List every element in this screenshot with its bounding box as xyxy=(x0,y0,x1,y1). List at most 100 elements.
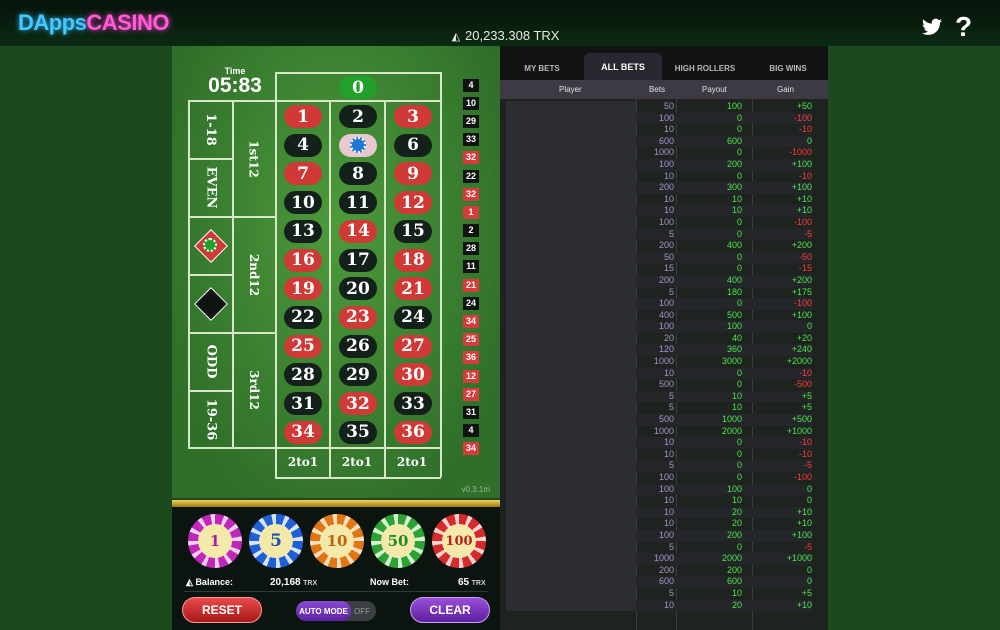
number-10[interactable]: 10 xyxy=(284,191,322,215)
chip-10-button[interactable]: 10 xyxy=(310,514,364,568)
payout-cell: 100 xyxy=(676,321,752,333)
number-17[interactable]: 17 xyxy=(339,248,377,272)
balance-unit: TRX xyxy=(303,580,318,587)
number-18[interactable]: 18 xyxy=(394,248,432,272)
number-0[interactable]: 0 xyxy=(339,76,377,99)
dapps-casino-logo[interactable]: DAppsCASINO xyxy=(18,10,169,36)
number-13[interactable]: 13 xyxy=(284,219,322,243)
history-item: 21 xyxy=(460,276,482,294)
tab-my-bets[interactable]: MY BETS xyxy=(506,56,578,80)
gain-cell: +10 xyxy=(752,205,812,217)
table-row: 5 0 -5 xyxy=(506,460,822,472)
bets-cell: 600 xyxy=(636,135,676,148)
black-diamond-icon xyxy=(193,286,228,321)
number-22[interactable]: 22 xyxy=(284,305,322,329)
bet-odd[interactable]: ODD xyxy=(189,333,232,390)
chip-100-button[interactable]: 100 xyxy=(432,514,486,568)
number-7[interactable]: 7 xyxy=(284,162,322,186)
bets-cell: 15 xyxy=(663,263,674,274)
number-27[interactable]: 27 xyxy=(394,334,432,358)
number-28[interactable]: 28 xyxy=(284,363,322,387)
number-15[interactable]: 15 xyxy=(394,219,432,243)
number-21[interactable]: 21 xyxy=(394,277,432,301)
reset-button[interactable]: RESET xyxy=(182,597,262,623)
bet-red[interactable] xyxy=(189,217,232,274)
number-5[interactable] xyxy=(339,133,377,157)
number-4[interactable]: 4 xyxy=(284,133,322,157)
bet-black[interactable] xyxy=(189,275,232,332)
bet-3rd-dozen[interactable]: 3rd12 xyxy=(233,333,275,447)
number-20[interactable]: 20 xyxy=(339,277,377,301)
player-cell xyxy=(506,506,636,519)
bet-even[interactable]: EVEN xyxy=(189,159,232,216)
player-cell xyxy=(506,228,636,241)
gain-cell: +5 xyxy=(752,390,812,403)
number-9[interactable]: 9 xyxy=(394,162,432,186)
history-item: 28 xyxy=(460,240,482,258)
number-35[interactable]: 35 xyxy=(339,420,377,444)
bet-1st-dozen[interactable]: 1st12 xyxy=(233,101,275,216)
number-8[interactable]: 8 xyxy=(339,162,377,186)
bets-cell: 100 xyxy=(658,472,674,482)
bet-column-1[interactable]: 2to1 xyxy=(276,450,330,474)
number-30[interactable]: 30 xyxy=(394,363,432,387)
table-row: 5 0 -5 xyxy=(506,228,822,241)
history-item: 32 xyxy=(460,185,482,203)
twitter-icon[interactable] xyxy=(922,18,942,38)
table-row: 5 10 +5 xyxy=(506,390,822,403)
player-cell xyxy=(506,182,636,194)
number-1[interactable]: 1 xyxy=(284,105,322,128)
bet-2nd-dozen[interactable]: 2nd12 xyxy=(233,217,275,332)
bets-cell: 120 xyxy=(636,344,676,357)
table-row: 10 0 -10 xyxy=(506,448,822,461)
chip-5-button[interactable]: 5 xyxy=(249,514,303,568)
number-26[interactable]: 26 xyxy=(339,334,377,358)
bet-column-2[interactable]: 2to1 xyxy=(330,450,384,474)
number-23[interactable]: 23 xyxy=(339,305,377,329)
number-33[interactable]: 33 xyxy=(394,392,432,415)
table-row: 1000 3000 +2000 xyxy=(506,356,822,368)
chip-1-button[interactable]: 1 xyxy=(188,514,242,568)
bets-cell: 5 xyxy=(668,587,674,598)
player-cell xyxy=(506,587,636,600)
number-14[interactable]: 14 xyxy=(339,219,377,243)
number-12[interactable]: 12 xyxy=(394,191,432,215)
clear-button[interactable]: CLEAR xyxy=(410,597,490,623)
col-payout: Payout xyxy=(702,85,727,94)
bets-cell: 1000 xyxy=(653,147,674,158)
chip-50-button[interactable]: 50 xyxy=(371,514,425,568)
number-24[interactable]: 24 xyxy=(394,305,432,329)
history-item: 33 xyxy=(460,131,482,149)
history-item: 34 xyxy=(460,440,482,458)
payout-cell: 0 xyxy=(736,472,742,482)
number-25[interactable]: 25 xyxy=(284,334,322,358)
number-11[interactable]: 11 xyxy=(339,191,377,215)
chip-50-label: 50 xyxy=(381,524,415,558)
number-36[interactable]: 36 xyxy=(394,420,432,444)
number-6[interactable]: 6 xyxy=(394,133,432,157)
payout-cell: 200 xyxy=(676,529,752,542)
tab-high-rollers[interactable]: HIGH ROLLERS xyxy=(666,56,744,80)
tab-big-wins[interactable]: BIG WINS xyxy=(750,56,826,80)
bets-cell: 600 xyxy=(636,576,676,588)
number-31[interactable]: 31 xyxy=(284,392,322,415)
auto-mode-toggle[interactable]: AUTO MODE OFF xyxy=(296,601,376,621)
payout-cell: 400 xyxy=(726,240,742,251)
bet-1-18[interactable]: 1-18 xyxy=(189,101,232,158)
bet-column-3[interactable]: 2to1 xyxy=(385,450,439,474)
placed-chip-icon xyxy=(350,137,366,154)
player-cell xyxy=(506,414,636,426)
gain-cell: +1000 xyxy=(786,425,812,436)
number-16[interactable]: 16 xyxy=(284,248,322,272)
payout-cell: 0 xyxy=(736,147,742,158)
number-3[interactable]: 3 xyxy=(394,105,432,128)
number-2[interactable]: 2 xyxy=(339,105,377,128)
auto-mode-state: OFF xyxy=(354,606,370,616)
help-icon[interactable]: ? xyxy=(955,12,972,42)
number-29[interactable]: 29 xyxy=(339,363,377,387)
bet-19-36[interactable]: 19-36 xyxy=(189,391,232,447)
number-32[interactable]: 32 xyxy=(339,392,377,415)
number-19[interactable]: 19 xyxy=(284,277,322,301)
tab-all-bets[interactable]: ALL BETS xyxy=(584,53,662,80)
number-34[interactable]: 34 xyxy=(284,420,322,444)
